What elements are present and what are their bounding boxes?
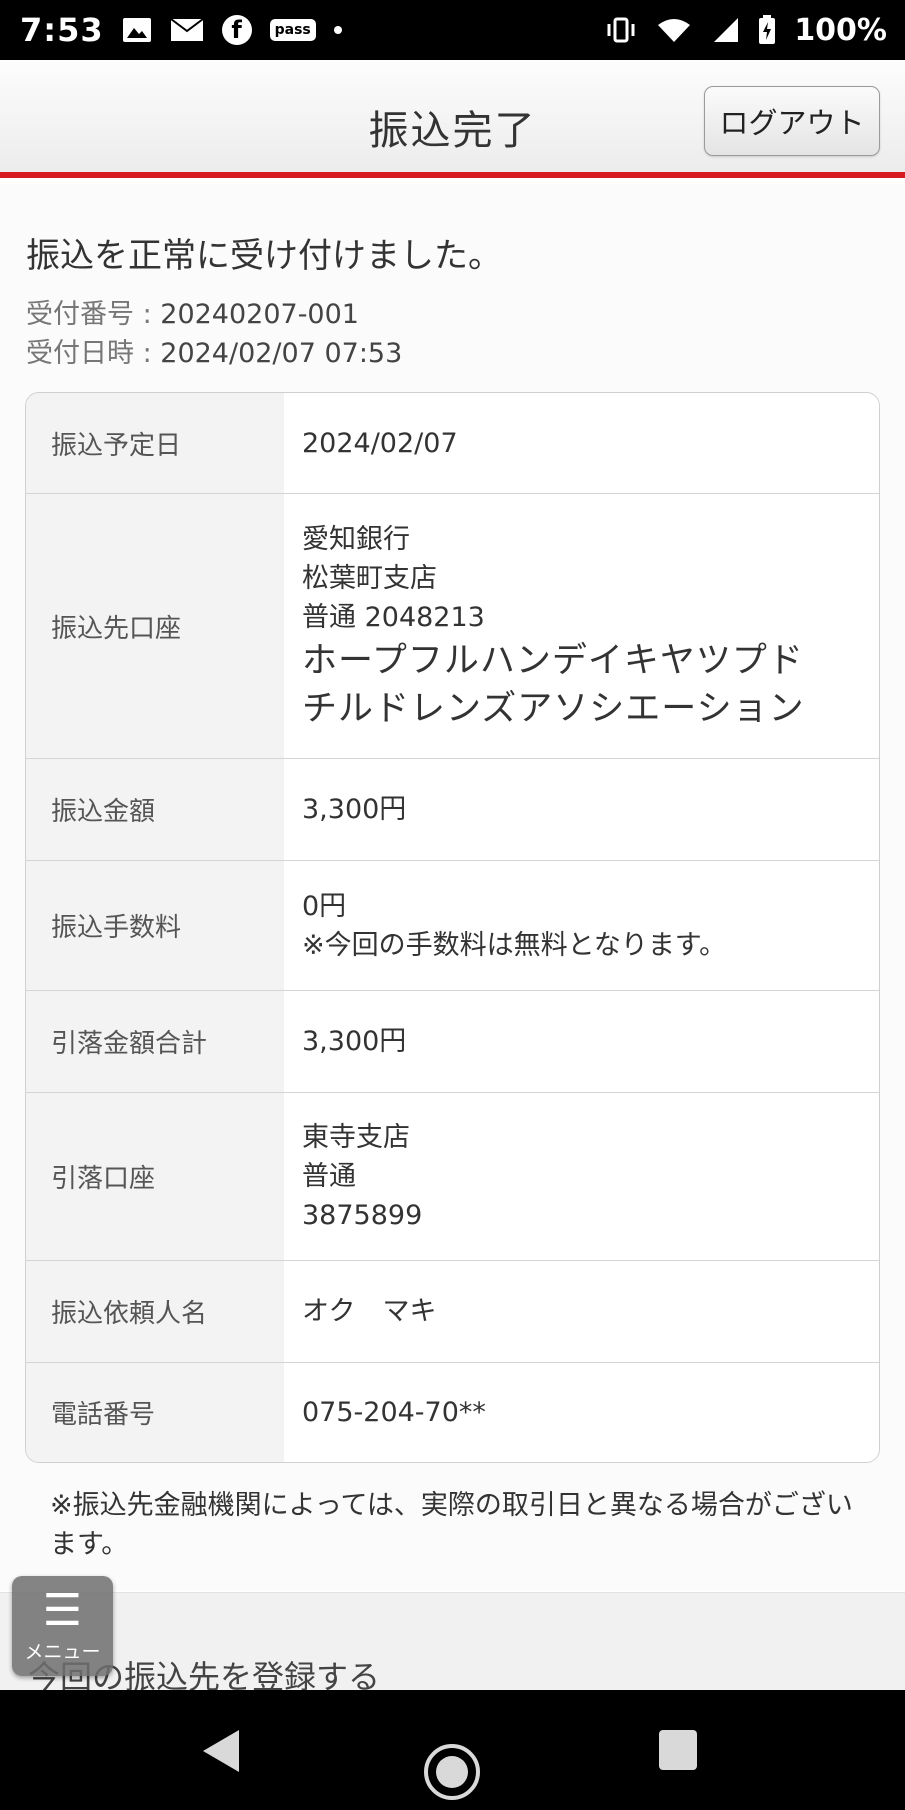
total-label: 引落金額合計 — [26, 991, 284, 1092]
table-row: 振込依頼人名 オク マキ — [26, 1260, 879, 1362]
home-icon[interactable] — [424, 1744, 480, 1800]
receipt-datetime-label: 受付日時 : — [26, 338, 161, 369]
debit-account-label: 引落口座 — [26, 1093, 284, 1260]
table-row: 振込予定日 2024/02/07 — [26, 393, 879, 493]
battery-percent: 100% — [794, 12, 887, 48]
debit-branch: 東寺支店 — [302, 1122, 410, 1153]
wifi-icon — [656, 16, 692, 44]
debit-number: 3875899 — [302, 1200, 423, 1231]
back-icon[interactable] — [203, 1730, 239, 1772]
receipt-datetime: 受付日時 : 2024/02/07 07:53 — [26, 331, 402, 370]
requester-value: オク マキ — [302, 1296, 437, 1327]
scheduled-date-label: 振込予定日 — [26, 393, 284, 493]
fee-value: 0円 — [302, 890, 347, 922]
table-row: 振込金額 3,300円 — [26, 758, 879, 860]
main-content: 振込を正常に受け付けました。 受付番号 : 20240207-001 受付日時 … — [0, 184, 905, 1590]
phone-label: 電話番号 — [26, 1363, 284, 1462]
table-row: 引落金額合計 3,300円 — [26, 990, 879, 1092]
payee-name-line2: チルドレンズアソシエーション — [302, 688, 805, 729]
phone-value: 075-204-70** — [302, 1397, 486, 1428]
scheduled-date-value: 2024/02/07 — [302, 427, 458, 459]
receipt-number-value: 20240207-001 — [160, 299, 359, 330]
completion-message: 振込を正常に受け付けました。 — [26, 236, 502, 276]
menu-label: メニュー — [24, 1640, 101, 1663]
menu-button[interactable]: ☰ メニュー — [12, 1576, 113, 1676]
transaction-date-note: ※振込先金融機関によっては、実際の取引日と異なる場合がございます。 — [50, 1490, 853, 1560]
app-header: 振込完了 ログアウト — [0, 60, 905, 178]
image-icon — [122, 16, 152, 44]
mail-icon — [169, 17, 204, 43]
facebook-icon: f — [221, 15, 252, 45]
payee-branch: 松葉町支店 — [302, 562, 437, 594]
receipt-number-label: 受付番号 : — [26, 299, 161, 330]
fee-note: ※今回の手数料は無料となります。 — [302, 929, 727, 961]
logout-button[interactable]: ログアウト — [704, 86, 880, 156]
payee-name-line1: ホープフルハンデイキヤツプド — [302, 640, 804, 681]
vibrate-icon — [604, 16, 638, 44]
table-row: 振込先口座 愛知銀行 松葉町支店 普通 2048213 ホープフルハンデイキヤツ… — [26, 493, 879, 758]
dot-icon — [333, 26, 342, 34]
recent-apps-icon[interactable] — [659, 1730, 697, 1770]
status-bar: 7:53 f pass 100% — [0, 0, 905, 60]
transfer-details-table: 振込予定日 2024/02/07 振込先口座 愛知銀行 松葉町支店 普通 204… — [25, 392, 880, 1463]
table-row: 振込手数料 0円 ※今回の手数料は無料となります。 — [26, 860, 879, 990]
table-row: 電話番号 075-204-70** — [26, 1362, 879, 1462]
payee-account: 普通 2048213 — [302, 601, 485, 633]
amount-value: 3,300円 — [302, 794, 407, 825]
status-time: 7:53 — [20, 11, 104, 49]
payee-account-label: 振込先口座 — [26, 494, 284, 758]
signal-icon — [710, 16, 740, 44]
receipt-number: 受付番号 : 20240207-001 — [26, 292, 359, 331]
hamburger-icon: ☰ — [42, 1584, 83, 1636]
pass-icon: pass — [269, 19, 316, 41]
battery-icon — [758, 15, 776, 45]
system-nav-bar — [0, 1690, 905, 1810]
total-value: 3,300円 — [302, 1026, 407, 1057]
fee-label: 振込手数料 — [26, 861, 284, 990]
table-row: 引落口座 東寺支店 普通 3875899 — [26, 1092, 879, 1260]
requester-label: 振込依頼人名 — [26, 1261, 284, 1362]
amount-label: 振込金額 — [26, 759, 284, 860]
payee-bank: 愛知銀行 — [302, 523, 410, 555]
debit-type: 普通 — [302, 1161, 356, 1192]
receipt-datetime-value: 2024/02/07 07:53 — [160, 338, 403, 369]
